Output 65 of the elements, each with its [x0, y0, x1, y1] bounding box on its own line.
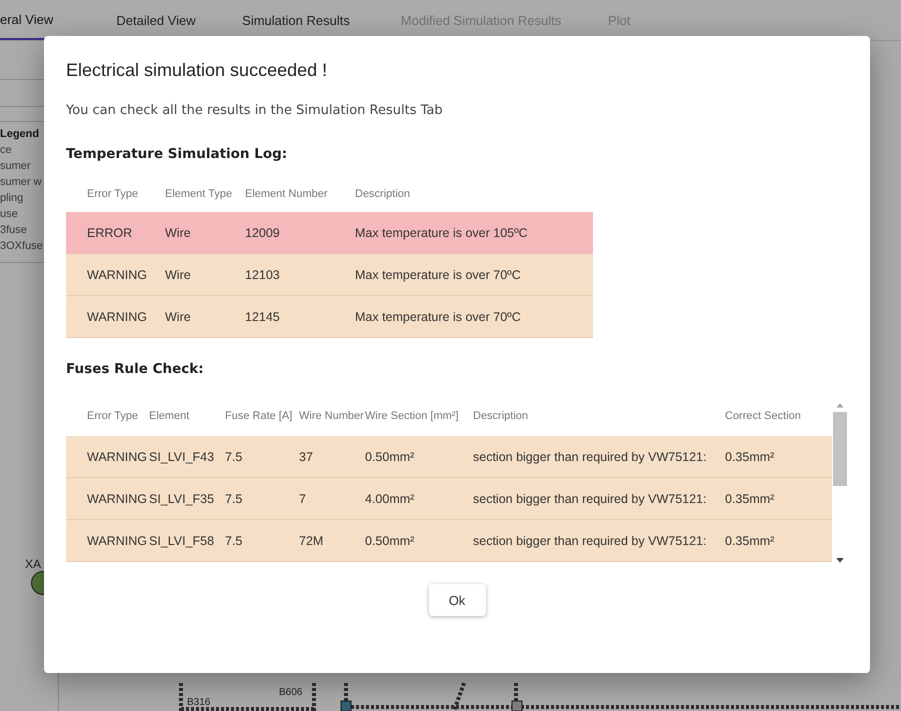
table-cell-text: Wire: [165, 310, 192, 324]
legend-item: pling: [0, 192, 24, 204]
table-cell-text: SI_LVI_F43: [149, 450, 216, 464]
scroll-up-icon[interactable]: [836, 403, 844, 408]
table-cell-text: 4.00mm²: [365, 492, 416, 506]
table-cell-text: WARNING: [87, 492, 148, 506]
table-cell-text: Max temperature is over 105ºC: [355, 226, 529, 240]
column-header: Correct Section: [725, 410, 802, 422]
column-header: Description: [473, 410, 530, 422]
legend-item: 3OXfuse: [0, 240, 44, 252]
column-header: Error Type: [87, 410, 140, 422]
table-cell-text: SI_LVI_F35: [149, 492, 216, 506]
table-cell-text: ERROR: [87, 226, 134, 240]
table-cell-text: WARNING: [87, 268, 148, 282]
dialog-message: You can check all the results in the Simulation Results Tab: [66, 103, 444, 118]
column-header: Wire Number: [299, 410, 365, 422]
dialog-title: Electrical simulation succeeded !: [66, 60, 328, 81]
table-cell-text: 7.5: [225, 492, 244, 506]
scroll-thumb[interactable]: [833, 412, 848, 486]
table-cell-text: 0.50mm²: [365, 534, 416, 548]
table-cell-text: 12145: [245, 310, 281, 324]
legend-item: 3fuse: [0, 224, 28, 236]
column-header: Element Type: [165, 188, 234, 200]
table-cell-text: 12103: [245, 268, 281, 282]
table-cell-text: Max temperature is over 70ºC: [355, 268, 522, 282]
column-header: Element Number: [245, 188, 329, 200]
scroll-down-icon[interactable]: [836, 558, 844, 563]
legend-item: use: [0, 208, 19, 220]
legend-item: ce: [0, 144, 13, 156]
table-cell-text: 0.35mm²: [725, 450, 776, 464]
column-header: Element: [149, 410, 190, 422]
node-label: B316: [187, 697, 210, 708]
legend-item: sumer: [0, 160, 32, 172]
section-heading: Temperature Simulation Log:: [66, 146, 288, 162]
table-cell-text: section bigger than required by VW75121:: [473, 450, 708, 464]
table-cell-text: 12009: [245, 226, 281, 240]
tab[interactable]: Simulation Results: [238, 0, 388, 40]
node-label: XA: [25, 557, 42, 571]
legend-title: Legend: [0, 128, 40, 140]
table-cell-text: 7.5: [225, 450, 244, 464]
table-cell-text: 72M: [299, 534, 324, 548]
table-cell-text: WARNING: [87, 450, 148, 464]
table-cell-text: 0.35mm²: [725, 534, 776, 548]
section-heading: Fuses Rule Check:: [66, 361, 205, 377]
table-cell-text: 0.50mm²: [365, 450, 416, 464]
table-cell-text: WARNING: [87, 534, 148, 548]
legend-item: sumer w: [0, 176, 43, 188]
table-cell-text: 7.5: [225, 534, 244, 548]
table-cell-text: Max temperature is over 70ºC: [355, 310, 522, 324]
column-header: Description: [355, 188, 412, 200]
tab[interactable]: Detailed View: [108, 0, 238, 40]
table-cell-text: SI_LVI_F58: [149, 534, 216, 548]
ok-button[interactable]: Ok: [428, 584, 486, 616]
column-header: Fuse Rate [A]: [225, 410, 294, 422]
table-cell-text: Wire: [165, 226, 192, 240]
column-header: Wire Section [mm²]: [365, 410, 460, 422]
table-cell-text: section bigger than required by VW75121:: [473, 534, 708, 548]
node-label: B606: [279, 687, 302, 698]
table-cell-text: section bigger than required by VW75121:: [473, 492, 708, 506]
table-cell-text: 7: [299, 492, 307, 506]
column-header: Error Type: [87, 188, 140, 200]
table-cell-text: WARNING: [87, 310, 148, 324]
table-cell-text: Wire: [165, 268, 192, 282]
table-cell-text: 37: [299, 450, 314, 464]
table-cell-text: 0.35mm²: [725, 492, 776, 506]
